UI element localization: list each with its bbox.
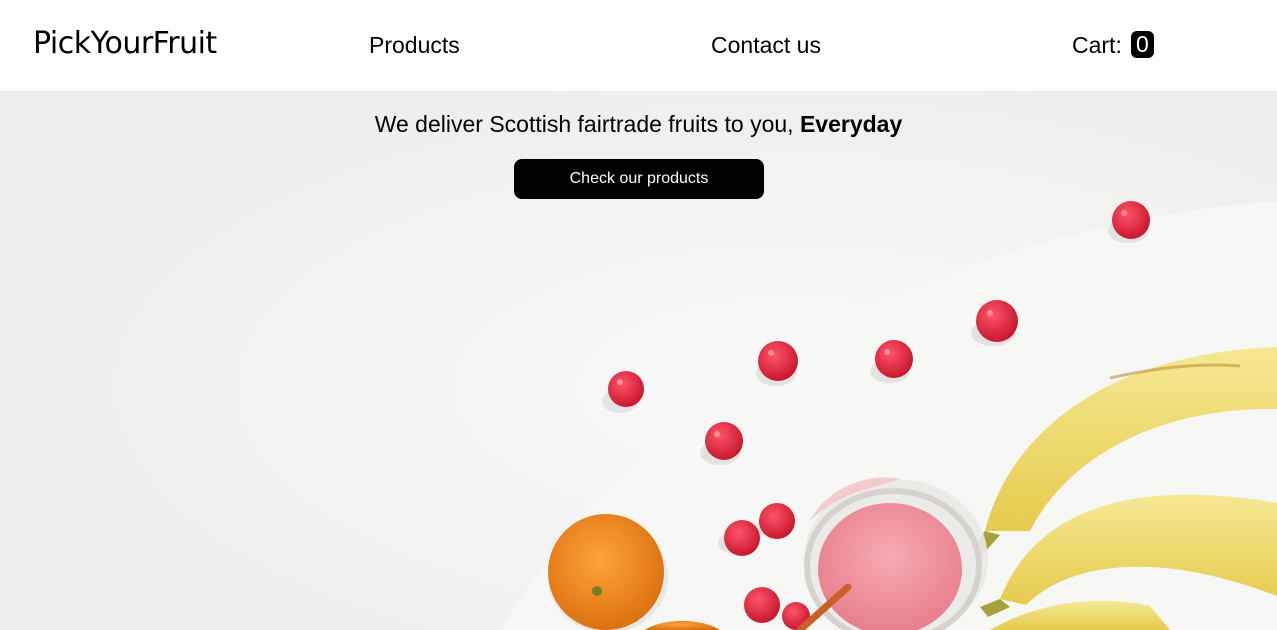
check-products-button[interactable]: Check our products [514, 159, 764, 199]
site-header: PickYourFruit Products Contact us Cart: … [0, 0, 1277, 91]
tagline-text: We deliver Scottish fairtrade fruits to … [374, 111, 800, 137]
cart-label: Cart: [1072, 32, 1122, 58]
hero-section: We deliver Scottish fairtrade fruits to … [0, 91, 1277, 630]
cart-button[interactable]: Cart: 0 [1072, 31, 1154, 59]
nav-products-link[interactable]: Products [369, 32, 460, 59]
cart-count-badge: 0 [1130, 31, 1154, 58]
tagline-emphasis: Everyday [799, 111, 903, 137]
brand-logo[interactable]: PickYourFruit [33, 26, 217, 61]
nav-contact-link[interactable]: Contact us [711, 32, 821, 59]
hero-tagline: We deliver Scottish fairtrade fruits to … [0, 111, 1277, 138]
